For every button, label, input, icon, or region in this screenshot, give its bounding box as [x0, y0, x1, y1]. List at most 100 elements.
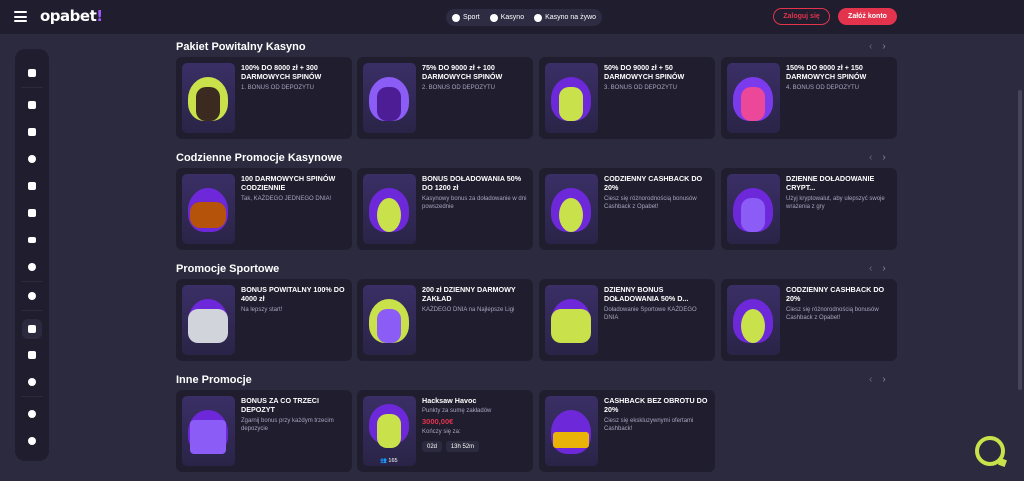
chat-support-icon[interactable] — [975, 436, 1005, 466]
promo-title: 50% DO 9000 zł + 50 DARMOWYCH SPINÓW — [604, 63, 685, 81]
page-scrollbar[interactable] — [1018, 90, 1022, 390]
nav-casino[interactable]: Kasyno — [489, 13, 525, 22]
promo-card[interactable]: 100 DARMOWYCH SPINÓW CODZIENNIE Tak, KAŻ… — [176, 168, 352, 250]
promo-desc: Kasynowy bonus za doładowanie w dni pows… — [422, 196, 527, 210]
promo-card[interactable]: 100% DO 8000 zł + 300 DARMOWYCH SPINÓW 1… — [176, 57, 352, 139]
chevron-left-icon[interactable]: ‹ — [869, 264, 872, 274]
promo-card[interactable]: BONUS POWITALNY 100% DO 4000 zł Na lepsz… — [176, 279, 352, 361]
chevron-right-icon[interactable]: › — [882, 42, 885, 52]
nav-casino-label: Kasyno — [500, 14, 525, 21]
players-count-value: 165 — [388, 458, 398, 464]
tournament-card[interactable]: 👥 165 Hacksaw Havoc Punkty za sumę zakła… — [357, 390, 533, 472]
promo-desc: Ciesz się różnorodnością bonusów Cashbac… — [604, 196, 697, 210]
section-arrows: ‹ › — [869, 153, 886, 163]
chevron-left-icon[interactable]: ‹ — [869, 375, 872, 385]
promo-card[interactable]: CODZIENNY CASHBACK DO 20% Ciesz się różn… — [721, 279, 897, 361]
nav-sport-label: Sport — [463, 14, 480, 21]
promo-card[interactable]: CASHBACK BEZ OBROTU DO 20% Ciesz się eks… — [539, 390, 715, 472]
players-count: 👥 165 — [380, 458, 398, 464]
promo-title: 100% DO 8000 zł + 300 DARMOWYCH SPINÓW — [241, 63, 322, 81]
slots-icon[interactable] — [25, 98, 39, 112]
section-arrows: ‹ › — [869, 375, 886, 385]
support-icon[interactable] — [25, 407, 39, 421]
nav-live-casino-label: Kasyno na żywo — [545, 14, 597, 21]
promo-card[interactable]: CODZIENNY CASHBACK DO 20% Ciesz się różn… — [539, 168, 715, 250]
language-icon[interactable] — [25, 434, 39, 448]
promo-image — [545, 396, 598, 466]
promo-image — [363, 174, 416, 244]
menu-icon[interactable] — [14, 11, 27, 22]
megaphone-icon[interactable] — [22, 319, 42, 339]
promo-desc: Na lepszy start! — [241, 307, 283, 313]
chevron-right-icon[interactable]: › — [882, 375, 885, 385]
user-icon[interactable] — [25, 375, 39, 389]
timer-days: 02d — [422, 441, 442, 452]
promo-desc: Doładowanie Sportowe KAŻDEGO DNIA — [604, 307, 697, 321]
section-title-sport: Promocje Sportowe — [176, 263, 280, 275]
promo-title: CODZIENNY CASHBACK DO 20% — [604, 174, 703, 192]
grid-icon[interactable] — [25, 125, 39, 139]
login-button[interactable]: Zaloguj się — [773, 8, 830, 25]
promo-title: DZIENNE DOŁADOWANIE CRYPT... — [786, 174, 875, 192]
tv-icon[interactable] — [25, 233, 39, 247]
sidebar — [15, 49, 49, 461]
section-title-other: Inne Promocje — [176, 374, 252, 386]
trophy-icon[interactable] — [25, 348, 39, 362]
promo-desc: 3. BONUS OD DEPOZYTU — [604, 85, 678, 91]
nav-live-casino[interactable]: Kasyno na żywo — [534, 13, 597, 22]
section-arrows: ‹ › — [869, 264, 886, 274]
register-button[interactable]: Załóż konto — [838, 8, 897, 25]
promo-title: CODZIENNY CASHBACK DO 20% — [786, 285, 885, 303]
promo-image — [545, 285, 598, 355]
cards-icon[interactable] — [25, 179, 39, 193]
promo-image: 👥 165 — [363, 396, 416, 466]
promo-title: CASHBACK BEZ OBROTU DO 20% — [604, 396, 708, 414]
promo-title: 150% DO 9000 zł + 150 DARMOWYCH SPINÓW — [786, 63, 867, 81]
timer-hours: 13h 52m — [446, 441, 479, 452]
promo-card[interactable]: 200 zł DZIENNY DARMOWY ZAKŁAD KAŻDEGO DN… — [357, 279, 533, 361]
promo-image — [182, 174, 235, 244]
logo-accent: ! — [96, 7, 103, 25]
chevron-right-icon[interactable]: › — [882, 264, 885, 274]
lobby-icon[interactable] — [25, 66, 39, 80]
promo-card[interactable]: DZIENNE DOŁADOWANIE CRYPT... Użyj krypto… — [721, 168, 897, 250]
promo-image — [545, 174, 598, 244]
top-bar: opabet! Sport Kasyno Kasyno na żywo Zalo… — [0, 0, 1024, 34]
promo-card[interactable]: BONUS ZA CO TRZECI DEPOZYT Zgarnij bonus… — [176, 390, 352, 472]
nav-sport[interactable]: Sport — [452, 13, 480, 22]
promo-image — [727, 285, 780, 355]
promo-card[interactable]: 50% DO 9000 zł + 50 DARMOWYCH SPINÓW 3. … — [539, 57, 715, 139]
promo-title: BONUS ZA CO TRZECI DEPOZYT — [241, 396, 319, 414]
section-title-daily-casino: Codzienne Promocje Kasynowe — [176, 152, 343, 164]
promo-desc: 2. BONUS OD DEPOZYTU — [422, 85, 496, 91]
promo-card[interactable]: 75% DO 9000 zł + 100 DARMOWYCH SPINÓW 2.… — [357, 57, 533, 139]
promo-card[interactable]: BONUS DOŁADOWANIA 50% DO 1200 zł Kasynow… — [357, 168, 533, 250]
promo-image — [727, 174, 780, 244]
promo-card[interactable]: 150% DO 9000 zł + 150 DARMOWYCH SPINÓW 4… — [721, 57, 897, 139]
promo-image — [545, 63, 598, 133]
casino-chip-icon — [489, 13, 498, 22]
roulette-icon[interactable] — [25, 152, 39, 166]
promo-desc: Punkty za sumę zakładów — [422, 408, 492, 414]
promo-image — [182, 285, 235, 355]
dice-icon[interactable] — [25, 206, 39, 220]
promo-title: 75% DO 9000 zł + 100 DARMOWYCH SPINÓW — [422, 63, 503, 81]
chevron-left-icon[interactable]: ‹ — [869, 153, 872, 163]
promo-image — [182, 396, 235, 466]
promo-image — [182, 63, 235, 133]
chevron-left-icon[interactable]: ‹ — [869, 42, 872, 52]
ends-label: Kończy się za: — [422, 429, 461, 435]
prize-amount: 3000,00€ — [422, 417, 454, 426]
logo[interactable]: opabet! — [40, 7, 103, 25]
promo-card[interactable]: DZIENNY BONUS DOŁADOWANIA 50% D... Doład… — [539, 279, 715, 361]
promo-title: 200 zł DZIENNY DARMOWY ZAKŁAD — [422, 285, 516, 303]
promo-title: 100 DARMOWYCH SPINÓW CODZIENNIE — [241, 174, 336, 192]
promo-desc: Ciesz się różnorodnością bonusów Cashbac… — [786, 307, 879, 321]
product-nav: Sport Kasyno Kasyno na żywo — [446, 9, 603, 26]
promo-image — [363, 285, 416, 355]
promo-image — [363, 63, 416, 133]
jackpot-icon[interactable] — [25, 260, 39, 274]
chevron-right-icon[interactable]: › — [882, 153, 885, 163]
soccer-icon[interactable] — [25, 289, 39, 303]
live-casino-icon — [534, 13, 543, 22]
